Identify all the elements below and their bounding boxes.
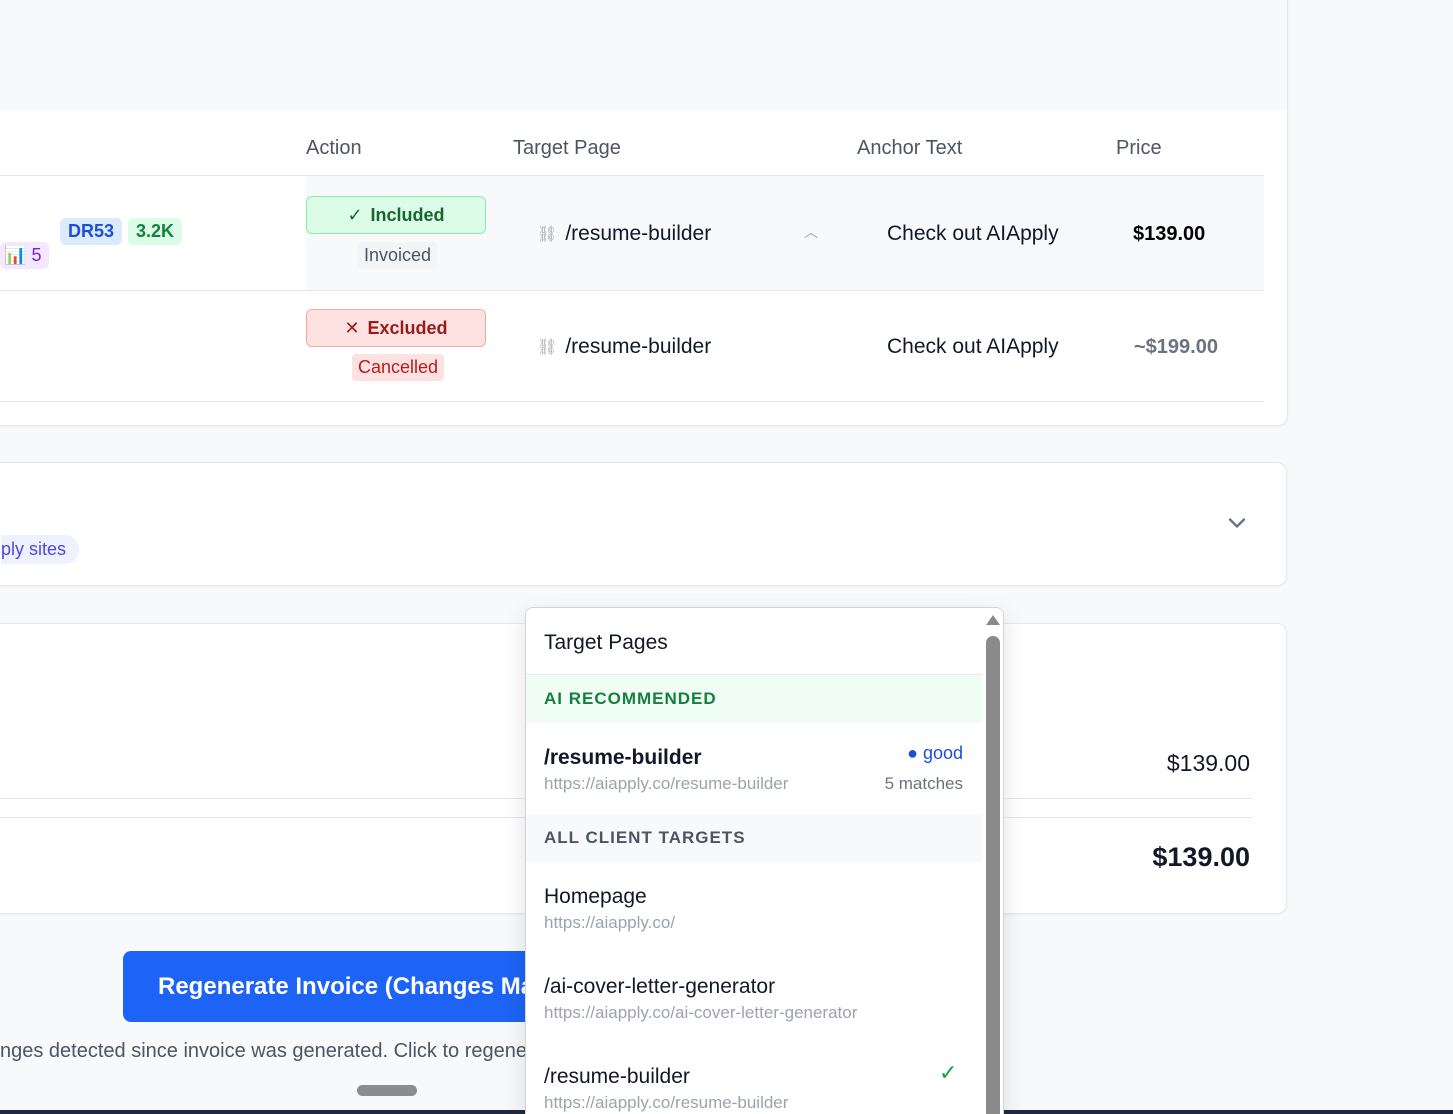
column-header-target-page: Target Page [513,137,621,159]
column-header-action: Action [306,137,362,159]
section-all-client-targets: ALL CLIENT TARGETS [526,814,982,862]
total-value: $139.00 [1152,842,1250,872]
drag-handle[interactable] [357,1085,417,1096]
option-url: https://aiapply.co/resume-builder [544,774,789,793]
sites-chip: ply sites [1,535,80,564]
option-name: Homepage [544,885,647,908]
regenerate-invoice-button[interactable]: Regenerate Invoice (Changes Made) [123,951,553,1022]
scroll-up-arrow[interactable] [986,615,1000,625]
price-value: $139.00 [1133,223,1206,245]
stats-count-badge: 📊 5 [0,242,50,269]
link-icon: ⛓ [537,339,558,356]
domain-rating-badge: DR53 [60,218,123,245]
status-badge: Invoiced [358,242,438,269]
regenerate-note: nges detected since invoice was generate… [0,1040,568,1062]
option-url: https://aiapply.co/ [544,913,676,932]
sites-card[interactable]: ply sites [0,462,1287,586]
option-name: /resume-builder [544,1065,690,1088]
option-url: https://aiapply.co/resume-builder [544,1093,789,1112]
subtotal-value: $139.00 [1166,750,1250,776]
traffic-badge: 3.2K [128,218,183,245]
action-label: Excluded [367,317,448,338]
target-page-value: /resume-builder [565,222,712,245]
chevron-up-icon[interactable]: ︿ [804,222,818,242]
target-page-value: /resume-builder [565,335,712,358]
anchor-text-value: Check out AIApply [887,222,1059,245]
included-toggle[interactable]: ✓ Included [306,196,486,234]
option-name: /ai-cover-letter-generator [544,975,776,998]
action-label: Included [370,204,445,225]
check-icon: ✓ [347,204,363,225]
column-header-price: Price [1116,137,1162,159]
target-pages-dropdown: Target Pages AI RECOMMENDED /resume-buil… [525,607,1004,1114]
status-badge: Cancelled [352,354,445,381]
card-header-band [0,0,1287,110]
dropdown-title: Target Pages [544,631,668,654]
anchor-text-value: Check out AIApply [887,335,1059,358]
row-divider [0,401,1264,402]
link-icon: ⛓ [537,226,558,243]
quality-indicator: ● good [907,743,963,763]
row-divider [0,290,1264,291]
option-url: https://aiapply.co/ai-cover-letter-gener… [544,1003,858,1022]
close-icon: ✕ [344,317,360,338]
column-header-anchor-text: Anchor Text [857,137,963,159]
chevron-down-icon[interactable] [1223,509,1251,537]
stats-count: 5 [31,245,42,265]
price-value: ~$199.00 [1134,336,1218,358]
target-page-select[interactable]: ⛓ /resume-builder [537,335,711,359]
scrollbar-thumb[interactable] [986,636,1000,1114]
section-ai-recommended: AI RECOMMENDED [526,675,982,723]
check-icon: ✓ [939,1060,958,1085]
target-page-select[interactable]: ⛓ /resume-builder [537,222,711,246]
option-name: /resume-builder [544,746,702,769]
bar-chart-icon: 📊 [4,245,27,265]
excluded-toggle[interactable]: ✕ Excluded [306,309,486,347]
match-count: 5 matches [884,774,963,793]
